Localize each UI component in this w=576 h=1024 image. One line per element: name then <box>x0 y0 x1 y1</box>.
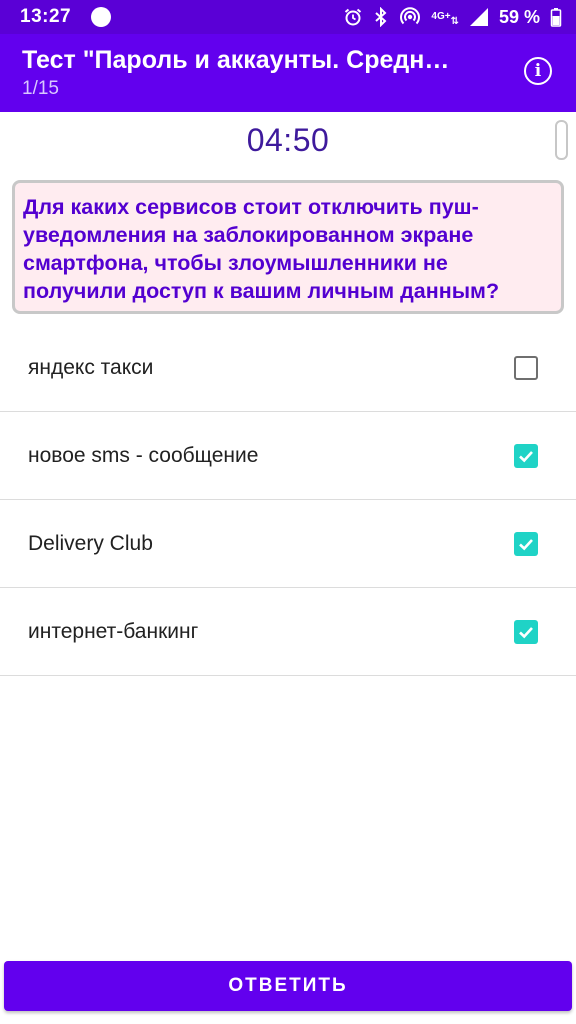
checkbox-unchecked-icon[interactable] <box>514 355 538 380</box>
question-text: Для каких сервисов стоит отключить пуш-у… <box>12 180 564 314</box>
answer-label: яндекс такси <box>28 355 154 379</box>
alarm-icon <box>343 7 363 27</box>
checkbox-checked-icon[interactable] <box>514 619 538 644</box>
countdown-timer: 04:50 <box>246 122 330 158</box>
hotspot-icon <box>399 7 421 27</box>
info-icon[interactable]: i <box>524 57 552 85</box>
status-bar: 13:27 4G+ ⇅ 59 % <box>0 0 576 34</box>
question-counter: 1/15 <box>22 78 59 99</box>
answer-option[interactable]: Delivery Club <box>0 500 576 588</box>
app-bar: Тест "Пароль и аккаунты. Средн… 1/15 i <box>0 34 576 112</box>
answer-option[interactable]: интернет-банкинг <box>0 588 576 676</box>
status-icons: 4G+ ⇅ 59 % <box>343 7 562 28</box>
scrollbar[interactable] <box>555 120 568 160</box>
checkbox-checked-icon[interactable] <box>514 531 538 556</box>
network-4g-icon: 4G+ ⇅ <box>431 11 459 27</box>
battery-icon <box>550 7 562 27</box>
answer-list: яндекс такси новое sms - сообщение Deliv… <box>0 324 576 676</box>
test-title: Тест "Пароль и аккаунты. Средн… <box>22 46 450 74</box>
submit-answer-button[interactable]: ОТВЕТИТЬ <box>4 961 572 1011</box>
signal-icon <box>469 7 489 27</box>
answer-label: Delivery Club <box>28 531 153 555</box>
bluetooth-icon <box>373 7 389 27</box>
notification-dot-icon <box>91 7 112 27</box>
answer-label: интернет-банкинг <box>28 619 199 643</box>
checkbox-checked-icon[interactable] <box>514 443 538 468</box>
status-time: 13:27 <box>20 6 72 27</box>
answer-option[interactable]: новое sms - сообщение <box>0 412 576 500</box>
battery-percent: 59 % <box>498 6 540 27</box>
answer-label: новое sms - сообщение <box>28 443 259 467</box>
answer-option[interactable]: яндекс такси <box>0 324 576 412</box>
